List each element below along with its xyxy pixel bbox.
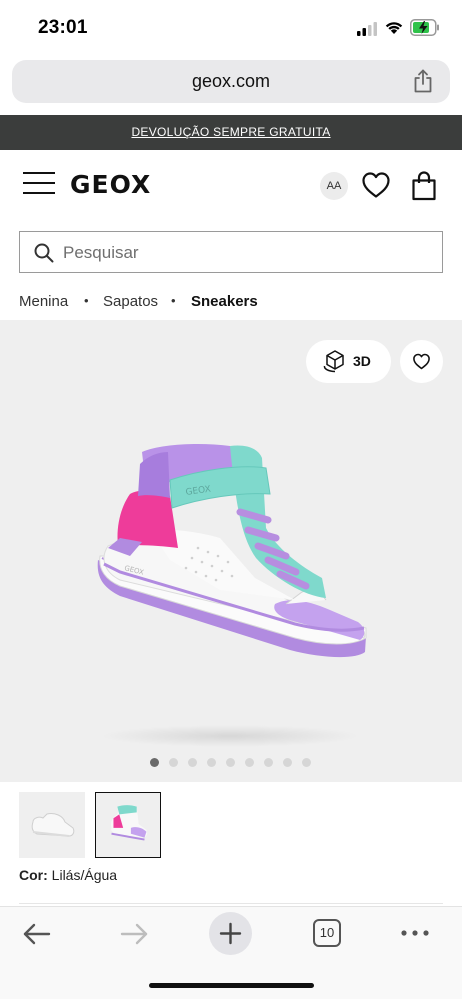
thumbnail-white-variant[interactable] xyxy=(19,792,85,858)
gallery-dot[interactable] xyxy=(264,758,273,767)
breadcrumb-item-sneakers: Sneakers xyxy=(191,293,258,310)
gallery-dot[interactable] xyxy=(302,758,311,767)
heart-icon xyxy=(413,353,430,370)
wishlist-heart-icon[interactable] xyxy=(361,171,391,199)
address-bar[interactable]: geox.com xyxy=(12,60,450,103)
forward-arrow-icon[interactable] xyxy=(119,921,149,947)
shopping-bag-icon[interactable] xyxy=(411,171,437,201)
section-divider xyxy=(19,903,443,904)
home-indicator[interactable] xyxy=(149,983,314,988)
gallery-dot[interactable] xyxy=(169,758,178,767)
gallery-dot[interactable] xyxy=(226,758,235,767)
view-3d-label: 3D xyxy=(353,353,371,369)
gallery-dot[interactable] xyxy=(283,758,292,767)
search-input[interactable]: Pesquisar xyxy=(63,243,139,263)
breadcrumb-item-sapatos[interactable]: Sapatos xyxy=(103,293,158,310)
product-shadow xyxy=(100,725,360,747)
white-sneaker-thumbnail-image xyxy=(31,813,75,837)
hamburger-menu-icon[interactable] xyxy=(23,172,55,194)
battery-charging-icon xyxy=(410,19,439,36)
product-color: Cor: Lilás/Água xyxy=(19,867,117,883)
thumbnail-lilac-aqua-variant[interactable] xyxy=(95,792,161,858)
breadcrumb-separator: • xyxy=(84,293,89,308)
share-icon[interactable] xyxy=(412,69,434,93)
gallery-dot[interactable] xyxy=(150,758,159,767)
browser-toolbar: 10 xyxy=(0,906,462,999)
gallery-dot[interactable] xyxy=(207,758,216,767)
accessibility-button[interactable]: AA xyxy=(320,172,348,200)
wifi-icon xyxy=(385,22,403,34)
geox-logo[interactable]: GEOX xyxy=(70,170,151,199)
promo-banner[interactable]: DEVOLUÇÃO SEMPRE GRATUITA xyxy=(0,115,462,150)
color-value: Lilás/Água xyxy=(51,867,118,883)
lilac-sneaker-thumbnail-image xyxy=(110,805,148,841)
view-3d-button[interactable]: 3D xyxy=(306,340,391,383)
new-tab-button[interactable] xyxy=(209,912,252,955)
tabs-button[interactable]: 10 xyxy=(313,919,341,947)
signal-icon xyxy=(357,22,377,36)
gallery-dot[interactable] xyxy=(245,758,254,767)
search-icon xyxy=(34,243,54,263)
status-time: 23:01 xyxy=(38,17,88,38)
add-to-wishlist-button[interactable] xyxy=(400,340,443,383)
url-text: geox.com xyxy=(191,71,271,91)
breadcrumb-item-menina[interactable]: Menina xyxy=(19,293,68,310)
product-image-sneaker: GEOX GEOX xyxy=(97,444,367,658)
plus-icon xyxy=(219,922,242,945)
breadcrumb-separator: • xyxy=(171,293,176,308)
promo-text[interactable]: DEVOLUÇÃO SEMPRE GRATUITA xyxy=(131,125,330,139)
cube-3d-icon xyxy=(323,350,344,373)
product-image-gallery[interactable]: 3D GEOX GEOX xyxy=(0,320,462,782)
color-label: Cor: xyxy=(19,867,48,883)
status-bar: 23:01 xyxy=(0,0,462,58)
more-options-icon[interactable] xyxy=(400,929,430,937)
search-field[interactable]: Pesquisar xyxy=(19,231,443,273)
gallery-dot[interactable] xyxy=(188,758,197,767)
back-arrow-icon[interactable] xyxy=(22,921,52,947)
